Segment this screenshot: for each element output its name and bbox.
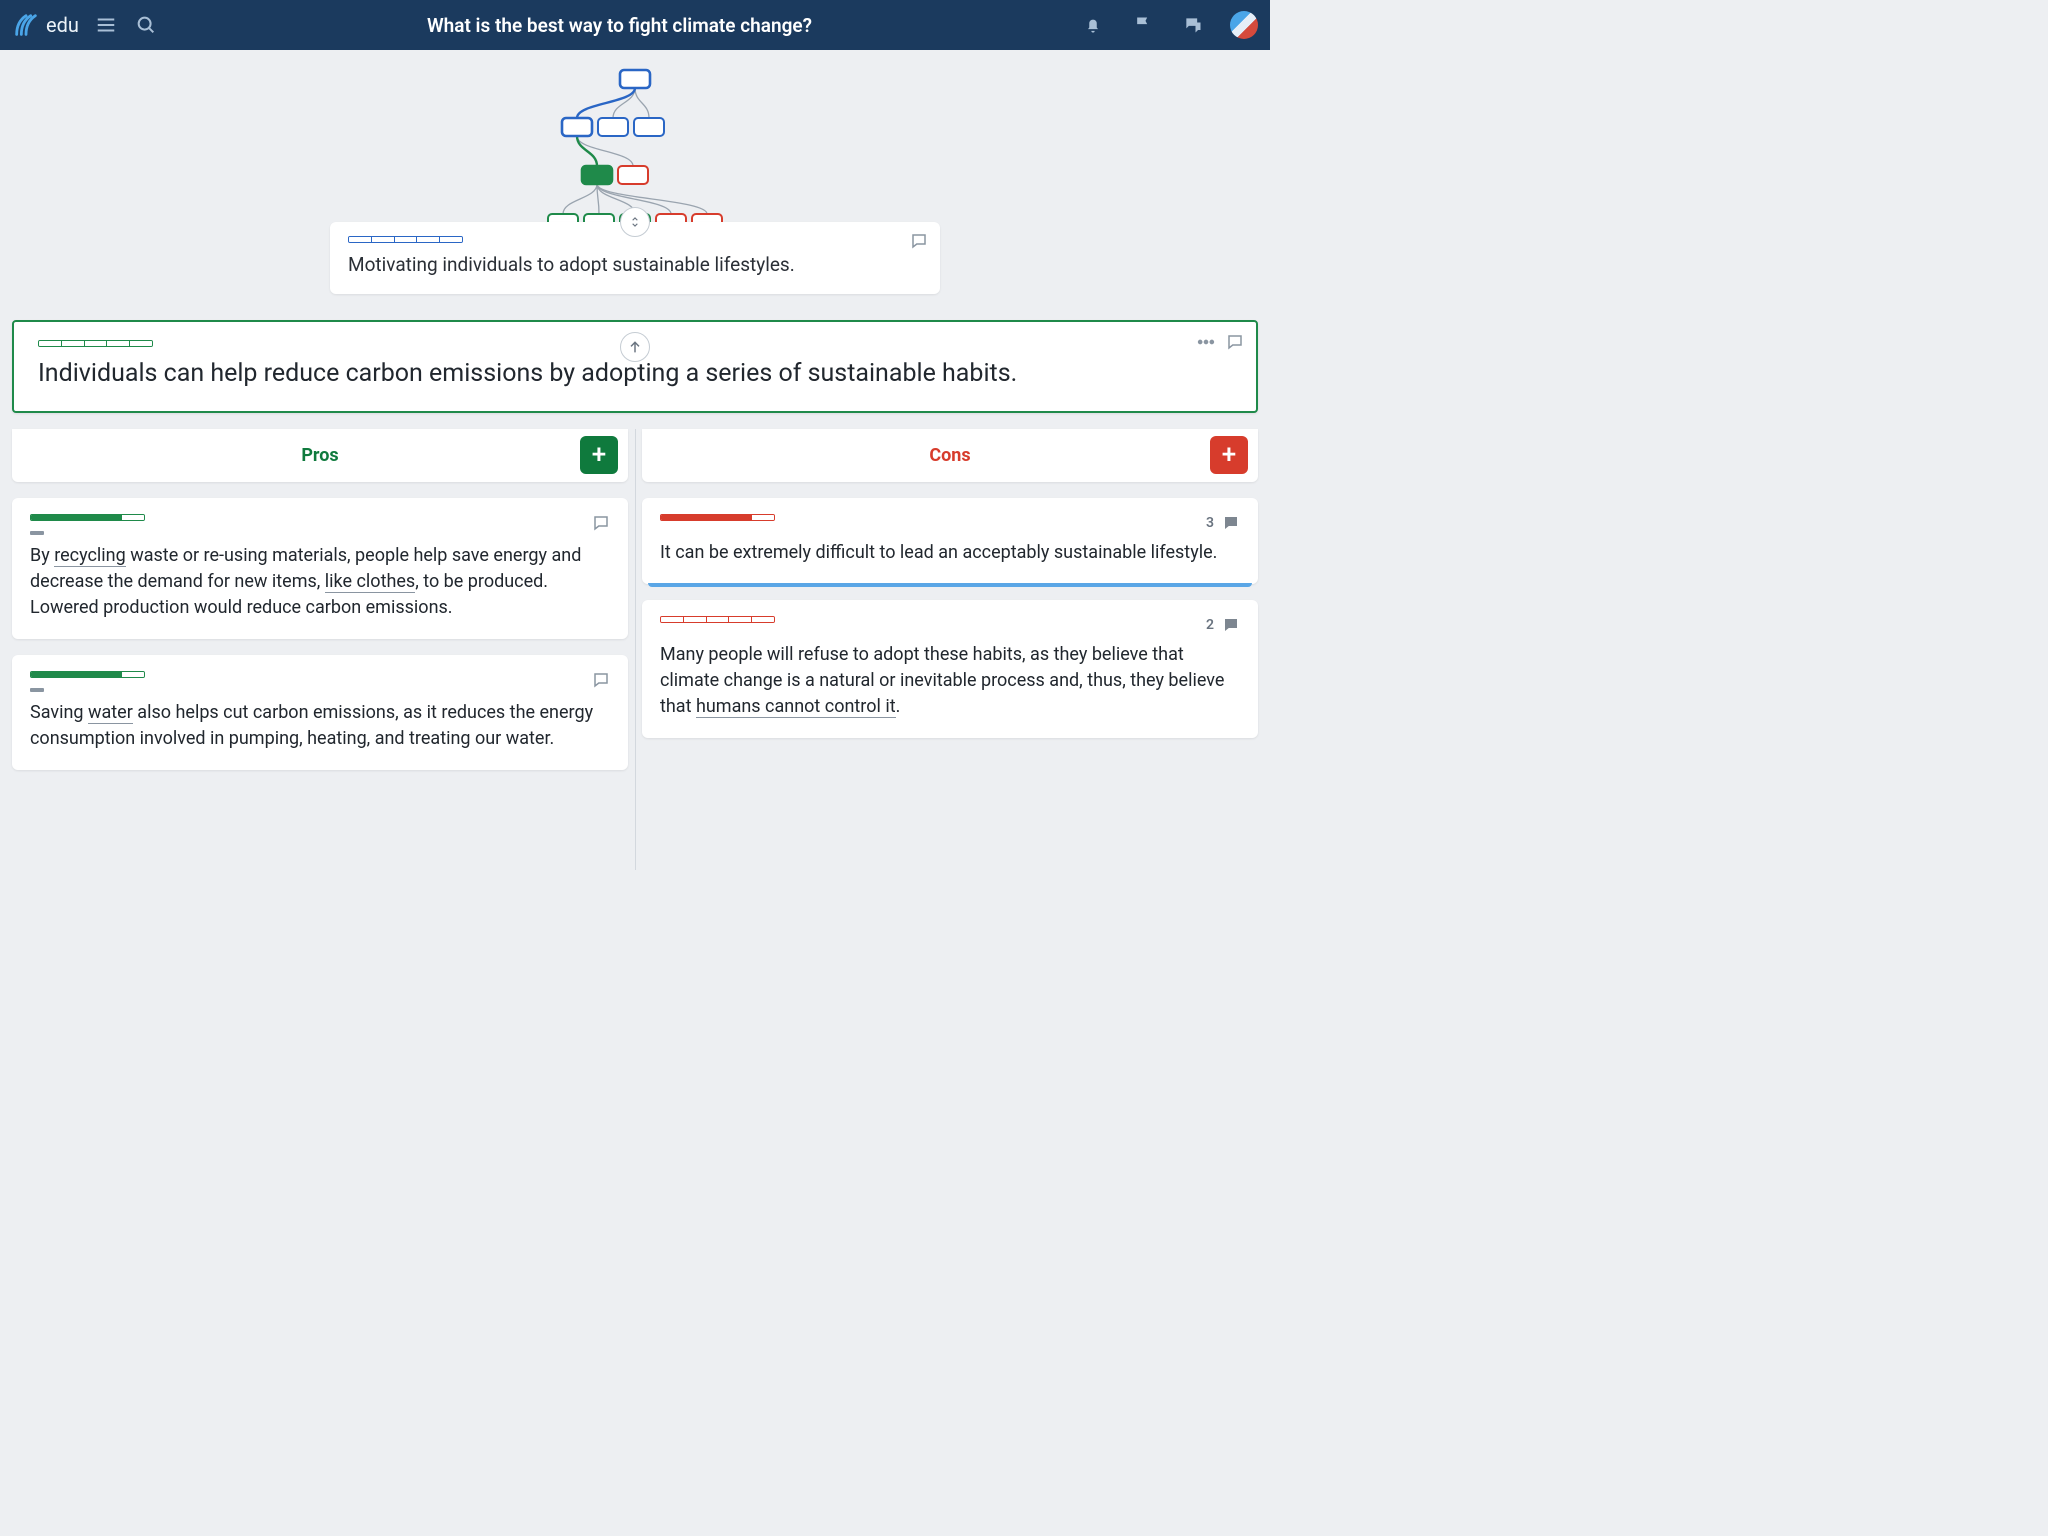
comment-icon[interactable] — [1226, 333, 1244, 351]
veracity-bar — [30, 514, 145, 521]
comment-icon[interactable]: 2 — [1206, 616, 1240, 634]
avatar[interactable] — [1230, 11, 1258, 39]
argument-card[interactable]: Saving water also helps cut carbon emiss… — [12, 655, 628, 770]
column-divider — [635, 429, 636, 870]
comment-icon[interactable] — [592, 514, 610, 532]
argument-tree[interactable] — [0, 50, 1270, 222]
veracity-bar — [30, 671, 145, 678]
argument-text: It can be extremely difficult to lead an… — [660, 540, 1240, 566]
argument-text: Many people will refuse to adopt these h… — [660, 642, 1240, 720]
more-icon[interactable] — [1196, 332, 1216, 352]
comment-icon[interactable] — [592, 671, 610, 689]
veracity-bar — [660, 616, 775, 623]
veracity-bar — [348, 236, 463, 243]
cons-label: Cons — [658, 445, 1242, 466]
secondary-bar — [30, 531, 44, 535]
comment-icon[interactable] — [910, 232, 928, 250]
veracity-bar — [38, 340, 153, 347]
argument-card[interactable]: By recycling waste or re-using materials… — [12, 498, 628, 639]
comment-count: 2 — [1206, 617, 1214, 633]
argument-text: By recycling waste or re-using materials… — [30, 543, 610, 621]
pros-label: Pros — [28, 445, 612, 466]
cons-column: Cons + 3 It can be extremely difficult t… — [642, 413, 1258, 770]
pros-header: Pros + — [12, 429, 628, 482]
pros-cons-columns: Pros + By recycling waste or re-using ma… — [12, 413, 1258, 770]
expand-collapse-button[interactable] — [620, 207, 650, 237]
go-to-parent-button[interactable] — [620, 332, 650, 362]
logo-mark-icon — [12, 11, 40, 39]
tree-diagram-svg — [480, 62, 790, 222]
brand-logo[interactable]: edu — [12, 11, 79, 39]
secondary-bar — [30, 688, 44, 692]
search-icon[interactable] — [133, 12, 159, 38]
menu-icon[interactable] — [93, 12, 119, 38]
main-claim-text: Individuals can help reduce carbon emiss… — [38, 357, 1232, 391]
argument-card[interactable]: 2 Many people will refuse to adopt these… — [642, 600, 1258, 738]
app-header: edu What is the best way to fight climat… — [0, 0, 1270, 50]
parent-claim-text: Motivating individuals to adopt sustaina… — [348, 253, 922, 276]
flag-icon[interactable] — [1130, 12, 1156, 38]
cons-header: Cons + — [642, 429, 1258, 482]
add-pro-button[interactable]: + — [580, 436, 618, 474]
bell-icon[interactable] — [1080, 12, 1106, 38]
comment-icon[interactable]: 3 — [1206, 514, 1240, 532]
argument-card[interactable]: 3 It can be extremely difficult to lead … — [642, 498, 1258, 584]
page-title: What is the best way to fight climate ch… — [173, 14, 1066, 37]
veracity-bar — [660, 514, 775, 521]
comment-count: 3 — [1206, 515, 1214, 531]
brand-text: edu — [46, 13, 79, 37]
pros-column: Pros + By recycling waste or re-using ma… — [12, 413, 628, 770]
argument-text: Saving water also helps cut carbon emiss… — [30, 700, 610, 752]
add-con-button[interactable]: + — [1210, 436, 1248, 474]
chat-icon[interactable] — [1180, 12, 1206, 38]
